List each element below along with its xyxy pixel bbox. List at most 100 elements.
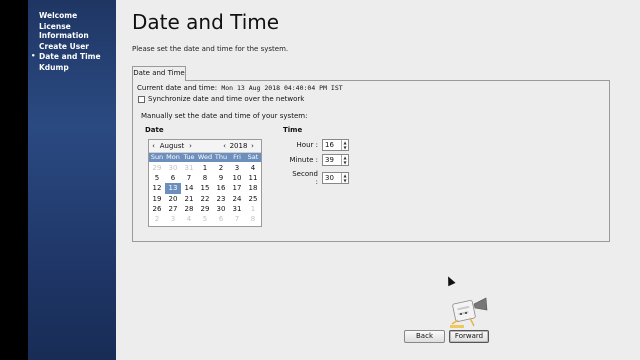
calendar-day[interactable]: 16	[213, 183, 229, 193]
calendar-day[interactable]: 29	[149, 163, 165, 173]
calendar-day[interactable]: 5	[197, 214, 213, 224]
calendar-day[interactable]: 17	[229, 183, 245, 193]
left-black-strip	[0, 0, 28, 360]
calendar-day[interactable]: 7	[181, 173, 197, 183]
second-row: Second : 30 ▲ ▼	[288, 170, 349, 186]
date-heading: Date	[145, 126, 164, 134]
current-date-time: Current date and time: Mon 13 Aug 2018 0…	[137, 84, 343, 92]
calendar-day[interactable]: 28	[181, 204, 197, 214]
calendar-day[interactable]: 25	[245, 194, 261, 204]
calendar-day[interactable]: 23	[213, 194, 229, 204]
calendar-day[interactable]: 14	[181, 183, 197, 193]
sidebar-item-license: License Information	[39, 21, 89, 41]
hour-spinner[interactable]: 16 ▲ ▼	[322, 139, 349, 151]
prev-month-icon[interactable]: ‹	[149, 142, 158, 150]
hour-spin-buttons[interactable]: ▲ ▼	[341, 140, 348, 150]
calendar-day[interactable]: 20	[165, 194, 181, 204]
current-date-label: Current date and time:	[137, 84, 218, 92]
calendar-weekday: Tue	[183, 153, 195, 161]
calendar-day[interactable]: 8	[245, 214, 261, 224]
calendar-header: ‹ August › ‹ 2018 ›	[149, 140, 261, 153]
calendar-day[interactable]: 21	[181, 194, 197, 204]
calendar-month: August	[159, 142, 185, 150]
current-date-value: Mon 13 Aug 2018 04:40:04 PM IST	[221, 84, 343, 92]
back-button[interactable]: Back	[404, 330, 445, 343]
minute-row: Minute : 39 ▲ ▼	[288, 154, 349, 166]
calendar-weekday: Wed	[197, 153, 213, 161]
minute-down-icon[interactable]: ▼	[342, 160, 348, 165]
calendar-day[interactable]: 22	[197, 194, 213, 204]
sidebar-list: Welcome License Information Create User …	[28, 0, 116, 72]
sidebar-item-create-user: Create User	[39, 41, 89, 51]
calendar-day[interactable]: 15	[197, 183, 213, 193]
calendar-weekdays: Sun Mon Tue Wed Thu Fri Sat	[149, 153, 261, 162]
calendar-day[interactable]: 31	[229, 204, 245, 214]
hour-label: Hour :	[296, 141, 318, 149]
calendar-day[interactable]: 31	[181, 163, 197, 173]
second-spin-buttons[interactable]: ▲ ▼	[341, 173, 348, 183]
calendar-day[interactable]: 6	[165, 173, 181, 183]
hour-value[interactable]: 16	[323, 141, 334, 149]
mascot-illustration-icon	[450, 297, 488, 328]
manual-set-label: Manually set the date and time of your s…	[141, 112, 308, 120]
calendar-day[interactable]: 4	[245, 163, 261, 173]
calendar-day[interactable]: 18	[245, 183, 261, 193]
calendar-day[interactable]: 4	[181, 214, 197, 224]
second-label: Second :	[292, 170, 318, 186]
page-subtitle: Please set the date and time for the sys…	[132, 45, 289, 53]
main-content: Date and Time Please set the date and ti…	[116, 0, 640, 360]
calendar-day[interactable]: 1	[245, 204, 261, 214]
calendar-day[interactable]: 26	[149, 204, 165, 214]
calendar-weekday: Mon	[166, 153, 180, 161]
calendar-day[interactable]: 2	[213, 163, 229, 173]
time-heading: Time	[283, 126, 303, 134]
calendar-day[interactable]: 3	[229, 163, 245, 173]
calendar-day[interactable]: 30	[165, 163, 181, 173]
calendar-day[interactable]: 6	[213, 214, 229, 224]
calendar-day-selected[interactable]: 13	[165, 183, 181, 194]
calendar-day[interactable]: 30	[213, 204, 229, 214]
calendar-day[interactable]: 9	[213, 173, 229, 183]
calendar-day[interactable]: 29	[197, 204, 213, 214]
calendar-day[interactable]: 27	[165, 204, 181, 214]
sidebar-item-welcome: Welcome	[39, 11, 78, 20]
calendar-day[interactable]: 11	[245, 173, 261, 183]
calendar-day[interactable]: 24	[229, 194, 245, 204]
hour-down-icon[interactable]: ▼	[342, 145, 348, 150]
next-month-icon[interactable]: ›	[186, 142, 195, 150]
second-down-icon[interactable]: ▼	[342, 178, 348, 183]
sidebar-item-date-and-time: Date and Time	[28, 52, 116, 62]
second-spinner[interactable]: 30 ▲ ▼	[322, 172, 349, 184]
calendar-day[interactable]: 7	[229, 214, 245, 224]
second-value[interactable]: 30	[323, 174, 334, 182]
date-time-panel: Current date and time: Mon 13 Aug 2018 0…	[132, 80, 610, 242]
prev-year-icon[interactable]: ‹	[220, 142, 229, 150]
hour-row: Hour : 16 ▲ ▼	[288, 139, 349, 151]
calendar-weekday: Thu	[214, 153, 228, 161]
calendar-weekday: Sat	[247, 153, 259, 161]
calendar-day[interactable]: 2	[149, 214, 165, 224]
calendar-days: 29 30 31 1 2 3 4 5 6 7 8 9 10 11 12 13 14 15 16 17 18 19 20 21 2…	[149, 162, 261, 224]
minute-spinner[interactable]: 39 ▲ ▼	[322, 154, 349, 166]
forward-button[interactable]: Forward	[449, 330, 489, 343]
next-year-icon[interactable]: ›	[248, 142, 257, 150]
calendar-day[interactable]: 1	[197, 163, 213, 173]
calendar-year: 2018	[229, 142, 248, 150]
tab-date-and-time[interactable]: Date and Time	[132, 66, 186, 81]
calendar-day[interactable]: 3	[165, 214, 181, 224]
sync-network-label[interactable]: Synchronize date and time over the netwo…	[148, 95, 304, 103]
calendar-day[interactable]: 5	[149, 173, 165, 183]
minute-value[interactable]: 39	[323, 156, 334, 164]
calendar-weekday: Sun	[150, 153, 164, 161]
minute-spin-buttons[interactable]: ▲ ▼	[341, 155, 348, 165]
sidebar-item-kdump: Kdump	[39, 62, 69, 72]
sync-network-checkbox[interactable]	[138, 95, 145, 103]
sync-network-row[interactable]: Synchronize date and time over the netwo…	[138, 95, 304, 103]
calendar-day[interactable]: 19	[149, 194, 165, 204]
calendar-day[interactable]: 8	[197, 173, 213, 183]
calendar-day[interactable]: 10	[229, 173, 245, 183]
page-title: Date and Time	[132, 10, 280, 34]
calendar-weekday: Fri	[233, 153, 241, 161]
calendar-day[interactable]: 12	[149, 183, 165, 193]
calendar: ‹ August › ‹ 2018 › Sun Mon Tue Wed Thu Fri Sa…	[148, 139, 262, 227]
